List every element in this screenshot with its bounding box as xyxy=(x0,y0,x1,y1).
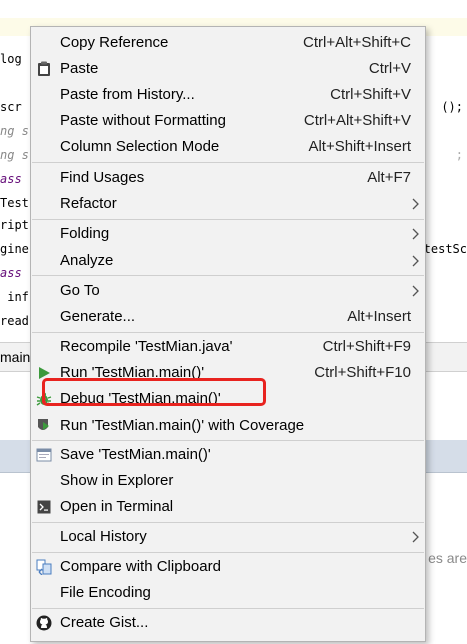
menu-item-label: Compare with Clipboard xyxy=(60,558,221,575)
submenu-arrow-icon xyxy=(412,255,419,267)
code-fragment: ; xyxy=(455,148,463,162)
code-line: ng s xyxy=(0,124,29,138)
menu-item-shortcut: Ctrl+Shift+F10 xyxy=(314,364,411,381)
menu-separator xyxy=(32,440,424,441)
menu-item-label: Paste xyxy=(60,60,99,77)
save-config-icon xyxy=(36,447,52,463)
coverage-icon xyxy=(36,418,52,434)
code-line: ass xyxy=(0,266,22,280)
menu-separator xyxy=(32,275,424,276)
menu-item-shortcut: Alt+Insert xyxy=(347,308,411,325)
menu-separator xyxy=(32,552,424,553)
menu-item-label: File Encoding xyxy=(60,584,151,601)
clipboard-icon xyxy=(36,61,52,77)
code-line: read xyxy=(0,314,29,328)
code-line: ng s xyxy=(0,148,29,162)
menu-item-label: Generate... xyxy=(60,308,136,325)
menu-item-copy-reference[interactable]: Copy Reference Ctrl+Alt+Shift+C xyxy=(31,30,425,56)
menu-item-file-encoding[interactable]: File Encoding xyxy=(31,580,425,606)
code-line: inf xyxy=(0,290,29,304)
menu-separator xyxy=(32,522,424,523)
code-line: scr xyxy=(0,100,22,114)
menu-separator xyxy=(32,219,424,220)
menu-separator xyxy=(32,608,424,609)
terminal-icon xyxy=(36,499,52,515)
submenu-arrow-icon xyxy=(412,228,419,240)
menu-item-label: Go To xyxy=(60,282,100,299)
code-line: ass xyxy=(0,172,22,186)
menu-item-label: Column Selection Mode xyxy=(60,138,220,155)
code-line: gine xyxy=(0,242,29,256)
menu-item-label: Paste without Formatting xyxy=(60,112,226,129)
menu-item-label: Refactor xyxy=(60,195,117,212)
code-line: log xyxy=(0,52,22,66)
code-fragment: testSc xyxy=(423,242,467,256)
background-hint-text: es are xyxy=(428,550,467,566)
menu-item-recompile[interactable]: Recompile 'TestMian.java' Ctrl+Shift+F9 xyxy=(31,334,425,360)
menu-separator xyxy=(32,162,424,163)
menu-item-analyze[interactable]: Analyze xyxy=(31,248,425,274)
menu-item-shortcut: Alt+F7 xyxy=(367,169,411,186)
menu-item-label: Recompile 'TestMian.java' xyxy=(60,338,233,355)
menu-item-paste-from-history[interactable]: Paste from History... Ctrl+Shift+V xyxy=(31,82,425,108)
menu-item-label: Analyze xyxy=(60,252,114,269)
menu-item-shortcut: Ctrl+Shift+F9 xyxy=(322,338,411,355)
menu-item-save-configuration[interactable]: Save 'TestMian.main()' xyxy=(31,442,425,468)
submenu-arrow-icon xyxy=(412,531,419,543)
menu-item-shortcut: Ctrl+V xyxy=(368,60,411,77)
menu-item-show-in-explorer[interactable]: Show in Explorer xyxy=(31,468,425,494)
code-line: ript xyxy=(0,218,29,232)
menu-item-shortcut: Ctrl+Shift+V xyxy=(330,86,411,103)
menu-item-open-in-terminal[interactable]: Open in Terminal xyxy=(31,494,425,520)
submenu-arrow-icon xyxy=(412,198,419,210)
github-icon xyxy=(36,615,52,631)
menu-separator xyxy=(32,332,424,333)
menu-item-label: Open in Terminal xyxy=(60,498,174,515)
code-fragment: (); xyxy=(441,100,463,114)
menu-item-run-with-coverage[interactable]: Run 'TestMian.main()' with Coverage xyxy=(31,413,425,439)
menu-item-label: Save 'TestMian.main()' xyxy=(60,446,211,463)
menu-item-label: Find Usages xyxy=(60,169,145,186)
menu-item-find-usages[interactable]: Find Usages Alt+F7 xyxy=(31,165,425,191)
annotation-highlight-box xyxy=(42,378,266,406)
menu-item-paste[interactable]: Paste Ctrl+V xyxy=(31,56,425,82)
menu-item-label: Copy Reference xyxy=(60,34,169,51)
menu-item-local-history[interactable]: Local History xyxy=(31,524,425,550)
menu-item-paste-without-formatting[interactable]: Paste without Formatting Ctrl+Alt+Shift+… xyxy=(31,108,425,134)
menu-item-label: Local History xyxy=(60,528,147,545)
menu-item-shortcut: Ctrl+Alt+Shift+V xyxy=(303,112,411,129)
menu-item-compare-with-clipboard[interactable]: Compare with Clipboard xyxy=(31,554,425,580)
menu-item-label: Run 'TestMian.main()' with Coverage xyxy=(60,417,305,434)
editor-context-menu: Copy Reference Ctrl+Alt+Shift+C Paste Ct… xyxy=(30,26,426,642)
menu-item-label: Show in Explorer xyxy=(60,472,174,489)
menu-item-shortcut: Ctrl+Alt+Shift+C xyxy=(303,34,411,51)
menu-item-column-selection-mode[interactable]: Column Selection Mode Alt+Shift+Insert xyxy=(31,134,425,160)
menu-item-label: Paste from History... xyxy=(60,86,195,103)
menu-item-create-gist[interactable]: Create Gist... xyxy=(31,610,425,636)
compare-icon xyxy=(36,559,52,575)
submenu-arrow-icon xyxy=(412,285,419,297)
menu-item-refactor[interactable]: Refactor xyxy=(31,191,425,217)
menu-item-label: Create Gist... xyxy=(60,614,149,631)
code-line: Test xyxy=(0,196,29,210)
menu-item-shortcut: Alt+Shift+Insert xyxy=(308,138,411,155)
menu-item-label: Folding xyxy=(60,225,110,242)
menu-item-go-to[interactable]: Go To xyxy=(31,278,425,304)
menu-item-folding[interactable]: Folding xyxy=(31,221,425,247)
menu-item-generate[interactable]: Generate... Alt+Insert xyxy=(31,304,425,330)
